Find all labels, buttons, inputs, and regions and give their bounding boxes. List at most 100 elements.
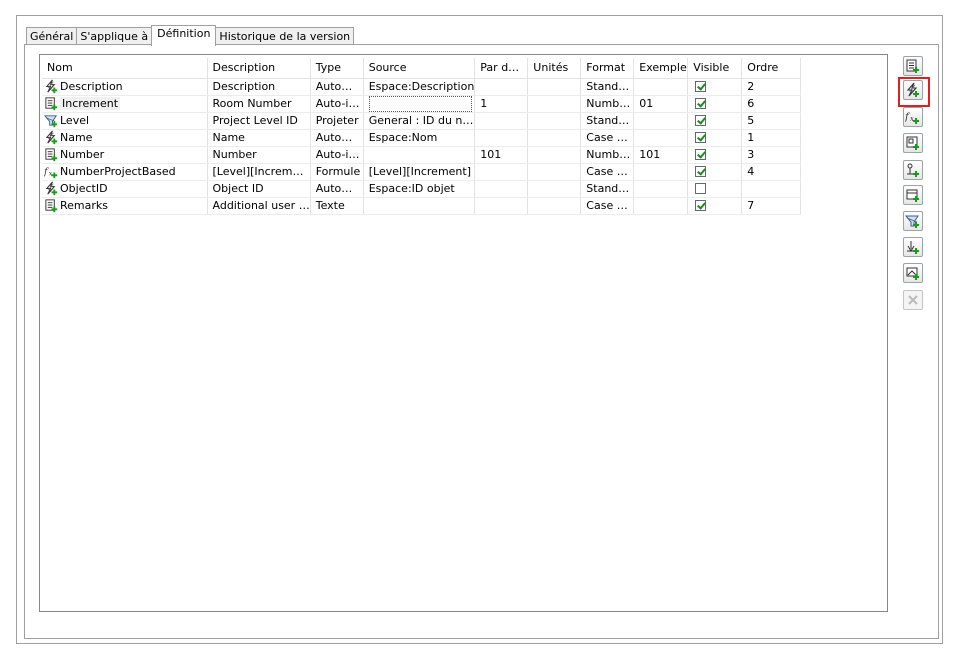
cell-description[interactable]: Room Number — [207, 95, 311, 113]
add-classification-property-button[interactable] — [903, 185, 923, 205]
cell-type[interactable]: Auto-i… — [310, 146, 364, 164]
table-row[interactable]: Increment Room Number Auto-i… 1 Numb… 01 6 — [42, 95, 802, 113]
tab-version-history[interactable]: Historique de la version — [215, 27, 355, 45]
table-row[interactable]: f x NumberProjectBased [Level][Increm… Formu… — [42, 163, 802, 181]
col-header-description[interactable]: Description — [207, 58, 311, 79]
table-row[interactable]: Number Number Auto-i… 101 Numb… 101 3 — [42, 146, 802, 164]
delete-property-button[interactable] — [903, 290, 923, 310]
cell-example[interactable] — [633, 112, 689, 130]
cell-units[interactable] — [527, 129, 582, 147]
cell-units[interactable] — [527, 146, 582, 164]
col-header-units[interactable]: Unités — [527, 58, 582, 79]
cell-order[interactable]: 1 — [741, 129, 802, 147]
cell-source[interactable]: Espace:Description — [363, 78, 476, 96]
cell-units[interactable] — [527, 95, 582, 113]
cell-name[interactable]: Level — [42, 112, 208, 130]
cell-type[interactable]: Projeter — [310, 112, 364, 130]
cell-name[interactable]: Increment — [42, 95, 208, 113]
cell-name[interactable]: Name — [42, 129, 208, 147]
cell-default[interactable]: 1 — [474, 95, 529, 113]
col-header-visible[interactable]: Visible — [687, 58, 743, 79]
cell-visible[interactable] — [687, 146, 743, 164]
cell-format[interactable]: Stand… — [580, 180, 635, 198]
cell-visible[interactable] — [687, 180, 743, 198]
table-row[interactable]: Remarks Additional user … Texte Case … 7 — [42, 197, 802, 215]
cell-name[interactable]: Description — [42, 78, 208, 96]
tab-applies-to[interactable]: S'applique à — [76, 27, 153, 45]
source-edit-field[interactable] — [368, 95, 473, 111]
cell-visible[interactable] — [687, 95, 743, 113]
cell-type[interactable]: Auto-i… — [310, 95, 364, 113]
add-anchor-property-button[interactable] — [903, 133, 923, 153]
cell-order[interactable]: 2 — [741, 78, 802, 96]
col-header-source[interactable]: Source — [363, 58, 476, 79]
cell-example[interactable]: 01 — [633, 95, 689, 113]
cell-description[interactable]: Object ID — [207, 180, 311, 198]
cell-name[interactable]: ObjectID — [42, 180, 208, 198]
cell-units[interactable] — [527, 112, 582, 130]
cell-description[interactable]: Name — [207, 129, 311, 147]
cell-example[interactable] — [633, 78, 689, 96]
cell-example[interactable] — [633, 180, 689, 198]
cell-description[interactable]: Number — [207, 146, 311, 164]
col-header-order[interactable]: Ordre — [741, 58, 802, 79]
add-manual-property-button[interactable] — [903, 56, 923, 76]
cell-default[interactable] — [474, 163, 529, 181]
col-header-type[interactable]: Type — [310, 58, 364, 79]
cell-source[interactable] — [363, 95, 476, 113]
visible-checkbox[interactable] — [695, 199, 707, 211]
visible-checkbox[interactable] — [695, 80, 707, 92]
add-location-property-button[interactable] — [903, 160, 923, 180]
cell-source[interactable]: Espace:Nom — [363, 129, 476, 147]
cell-example[interactable]: 101 — [633, 146, 689, 164]
cell-source[interactable] — [363, 146, 476, 164]
cell-default[interactable]: 101 — [474, 146, 529, 164]
col-header-name[interactable]: Nom — [42, 58, 208, 79]
cell-type[interactable]: Formule — [310, 163, 364, 181]
visible-checkbox[interactable] — [695, 182, 707, 194]
cell-default[interactable] — [474, 197, 529, 215]
table-row[interactable]: Description Description Auto… Espace:Descri… — [42, 78, 802, 96]
visible-checkbox[interactable] — [695, 148, 707, 160]
cell-type[interactable]: Auto… — [310, 129, 364, 147]
cell-order[interactable]: 7 — [741, 197, 802, 215]
cell-order[interactable]: 3 — [741, 146, 802, 164]
col-header-default[interactable]: Par d… — [474, 58, 529, 79]
cell-units[interactable] — [527, 163, 582, 181]
cell-order[interactable]: 4 — [741, 163, 802, 181]
cell-order[interactable]: 6 — [741, 95, 802, 113]
cell-order[interactable]: 5 — [741, 112, 802, 130]
cell-format[interactable]: Stand… — [580, 112, 635, 130]
cell-type[interactable]: Auto… — [310, 180, 364, 198]
cell-format[interactable]: Numb… — [580, 146, 635, 164]
cell-default[interactable] — [474, 112, 529, 130]
cell-source[interactable]: General : ID du n… — [363, 112, 476, 130]
cell-format[interactable]: Case … — [580, 163, 635, 181]
cell-default[interactable] — [474, 129, 529, 147]
add-graphic-property-button[interactable] — [903, 263, 923, 283]
cell-visible[interactable] — [687, 129, 743, 147]
cell-format[interactable]: Case … — [580, 197, 635, 215]
cell-example[interactable] — [633, 129, 689, 147]
cell-name[interactable]: f x NumberProjectBased — [42, 163, 208, 181]
cell-units[interactable] — [527, 78, 582, 96]
cell-default[interactable] — [474, 180, 529, 198]
cell-source[interactable]: Espace:ID objet — [363, 180, 476, 198]
cell-visible[interactable] — [687, 197, 743, 215]
cell-visible[interactable] — [687, 163, 743, 181]
col-header-example[interactable]: Exemple — [633, 58, 689, 79]
visible-checkbox[interactable] — [695, 97, 707, 109]
cell-format[interactable]: Stand… — [580, 78, 635, 96]
table-row[interactable]: Name Name Auto… Espace:Nom Case … 1 — [42, 129, 802, 147]
cell-format[interactable]: Case … — [580, 129, 635, 147]
cell-name[interactable]: Number — [42, 146, 208, 164]
cell-units[interactable] — [527, 180, 582, 198]
add-material-property-button[interactable] — [903, 237, 923, 257]
cell-source[interactable] — [363, 197, 476, 215]
cell-type[interactable]: Auto… — [310, 78, 364, 96]
cell-example[interactable] — [633, 197, 689, 215]
visible-checkbox[interactable] — [695, 131, 707, 143]
table-row[interactable]: Level Project Level ID Projeter General : I… — [42, 112, 802, 130]
cell-source[interactable]: [Level][Increment] — [363, 163, 476, 181]
table-row[interactable]: ObjectID Object ID Auto… Espace:ID objet Sta… — [42, 180, 802, 198]
